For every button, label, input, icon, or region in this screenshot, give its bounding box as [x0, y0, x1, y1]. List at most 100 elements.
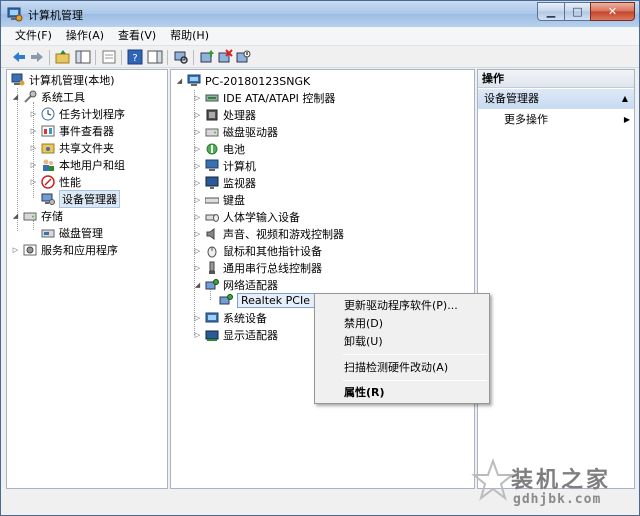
expand-icon[interactable]: ▷	[29, 110, 38, 118]
collapse-up-icon[interactable]: ▲	[622, 89, 628, 109]
tree-performance[interactable]: ▷ 性能	[29, 174, 81, 190]
expand-icon[interactable]: ▷	[193, 314, 202, 322]
tree-event-viewer[interactable]: ▷ 事件查看器	[29, 123, 114, 139]
tree-local-users-groups[interactable]: ▷ 本地用户和组	[29, 157, 125, 173]
expand-icon[interactable]: ▷	[29, 127, 38, 135]
menu-action[interactable]: 操作(A)	[59, 27, 111, 45]
title-bar[interactable]: 计算机管理 ▁ □ ✕	[1, 1, 639, 27]
collapse-icon[interactable]: ◢	[175, 77, 184, 85]
collapse-icon[interactable]: ◢	[11, 212, 20, 220]
actions-header: 操作	[478, 70, 634, 88]
star-logo-icon	[471, 458, 515, 501]
show-hide-action-pane-button[interactable]	[147, 49, 163, 65]
folder-up-icon	[55, 50, 70, 64]
expand-icon[interactable]: ▷	[29, 178, 38, 186]
computer-management-icon	[7, 7, 23, 22]
device-category-computer[interactable]: ▷ 计算机	[193, 158, 256, 174]
expand-icon[interactable]: ▷	[193, 128, 202, 136]
storage-icon	[23, 212, 37, 221]
more-actions-item[interactable]: 更多操作 ▶	[504, 112, 632, 128]
export-list-button[interactable]	[101, 49, 117, 65]
expand-icon[interactable]: ▷	[11, 246, 20, 254]
help-icon: ?	[127, 49, 143, 65]
expand-icon[interactable]: ▷	[29, 161, 38, 169]
device-category-network-adapters[interactable]: ◢ 网络适配器	[193, 277, 278, 293]
tree-computer-node[interactable]: ◢ PC-20180123SNGK	[175, 73, 310, 89]
device-tree-pane: ◢ PC-20180123SNGK ▷ IDE ATA/ATAPI 控制器 ▷ …	[170, 69, 475, 489]
ctx-properties[interactable]: 属性(R)	[317, 384, 487, 401]
expand-icon[interactable]: ▷	[193, 179, 202, 187]
disable-device-button[interactable]	[235, 49, 251, 65]
ctx-scan-hardware[interactable]: 扫描检测硬件改动(A)	[317, 359, 487, 376]
menu-file[interactable]: 文件(F)	[1, 27, 59, 45]
actions-group-device-manager[interactable]: 设备管理器 ▲	[478, 89, 634, 109]
tree-device-manager[interactable]: 设备管理器	[41, 190, 120, 208]
back-arrow-icon	[13, 52, 25, 62]
tree-system-tools[interactable]: ◢ 系统工具	[11, 89, 85, 105]
device-category-monitors[interactable]: ▷ 监视器	[193, 175, 256, 191]
performance-icon	[41, 175, 55, 189]
help-button[interactable]: ?	[127, 49, 143, 65]
console-tree-icon	[75, 50, 91, 64]
expand-icon[interactable]: ▷	[193, 94, 202, 102]
maximize-button[interactable]: □	[564, 2, 590, 21]
actions-pane: 操作 设备管理器 ▲ 更多操作 ▶	[477, 69, 635, 489]
disable-device-icon	[236, 50, 251, 63]
expand-icon[interactable]: ▷	[193, 230, 202, 238]
expand-icon[interactable]: ▷	[193, 196, 202, 204]
device-category-hid[interactable]: ▷ 人体学输入设备	[193, 209, 300, 225]
expand-icon[interactable]: ▷	[29, 144, 38, 152]
show-hide-tree-button[interactable]	[75, 49, 91, 65]
expand-icon[interactable]: ▷	[193, 213, 202, 221]
console-tree-pane: 计算机管理(本地) ◢ 系统工具 ▷ 任务计划程序 ▷ 事件查看器 ▷ 共享文件…	[6, 69, 168, 489]
expand-icon[interactable]: ▷	[193, 331, 202, 339]
device-category-system-devices[interactable]: ▷ 系统设备	[193, 310, 267, 326]
expand-icon[interactable]: ▷	[193, 145, 202, 153]
device-category-battery[interactable]: ▷ 电池	[193, 141, 245, 157]
expand-icon[interactable]: ▷	[193, 247, 202, 255]
up-folder-button[interactable]	[55, 49, 71, 65]
uninstall-device-button[interactable]	[217, 49, 233, 65]
export-icon	[102, 50, 116, 64]
menu-view[interactable]: 查看(V)	[111, 27, 163, 45]
collapse-icon[interactable]: ◢	[193, 281, 202, 289]
update-driver-button[interactable]	[199, 49, 215, 65]
back-button[interactable]	[11, 49, 27, 65]
collapse-icon[interactable]: ◢	[11, 93, 20, 101]
computer-icon	[205, 159, 219, 171]
system-devices-icon	[205, 312, 219, 323]
uninstall-icon	[218, 49, 233, 63]
expand-icon[interactable]: ▷	[193, 264, 202, 272]
expand-icon[interactable]: ▷	[193, 162, 202, 170]
device-category-processor[interactable]: ▷ 处理器	[193, 107, 256, 123]
device-category-sound[interactable]: ▷ 声音、视频和游戏控制器	[193, 226, 344, 242]
computer-management-window: 计算机管理 ▁ □ ✕ 文件(F) 操作(A) 查看(V) 帮助(H) ? 计算…	[0, 0, 640, 516]
device-category-mice[interactable]: ▷ 鼠标和其他指针设备	[193, 243, 322, 259]
tree-storage[interactable]: ◢ 存储	[11, 208, 63, 224]
tree-shared-folders[interactable]: ▷ 共享文件夹	[29, 140, 114, 156]
tree-root-computer-management[interactable]: 计算机管理(本地)	[11, 72, 115, 88]
minimize-button[interactable]: ▁	[537, 2, 564, 21]
device-category-usb[interactable]: ▷ 通用串行总线控制器	[193, 260, 322, 276]
toolbar: ?	[1, 46, 639, 68]
maximize-icon: □	[572, 5, 583, 18]
ctx-disable[interactable]: 禁用(D)	[317, 315, 487, 332]
display-adapter-icon	[205, 330, 219, 341]
menu-help[interactable]: 帮助(H)	[163, 27, 216, 45]
scan-hardware-button[interactable]	[173, 49, 189, 65]
tree-disk-management[interactable]: 磁盘管理	[41, 225, 103, 241]
device-category-keyboards[interactable]: ▷ 键盘	[193, 192, 245, 208]
forward-button[interactable]	[29, 49, 45, 65]
ctx-uninstall[interactable]: 卸载(U)	[317, 333, 487, 350]
expand-icon[interactable]: ▷	[193, 111, 202, 119]
close-button[interactable]: ✕	[590, 2, 635, 21]
ctx-update-driver[interactable]: 更新驱动程序软件(P)...	[317, 297, 487, 314]
tree-services-applications[interactable]: ▷ 服务和应用程序	[11, 242, 118, 258]
tree-task-scheduler[interactable]: ▷ 任务计划程序	[29, 106, 125, 122]
event-viewer-icon	[41, 125, 55, 137]
device-category-disk-drives[interactable]: ▷ 磁盘驱动器	[193, 124, 278, 140]
device-category-ide[interactable]: ▷ IDE ATA/ATAPI 控制器	[193, 90, 336, 106]
device-category-display-adapters[interactable]: ▷ 显示适配器	[193, 327, 278, 343]
computer-management-icon	[11, 73, 25, 86]
sound-icon	[206, 228, 215, 240]
